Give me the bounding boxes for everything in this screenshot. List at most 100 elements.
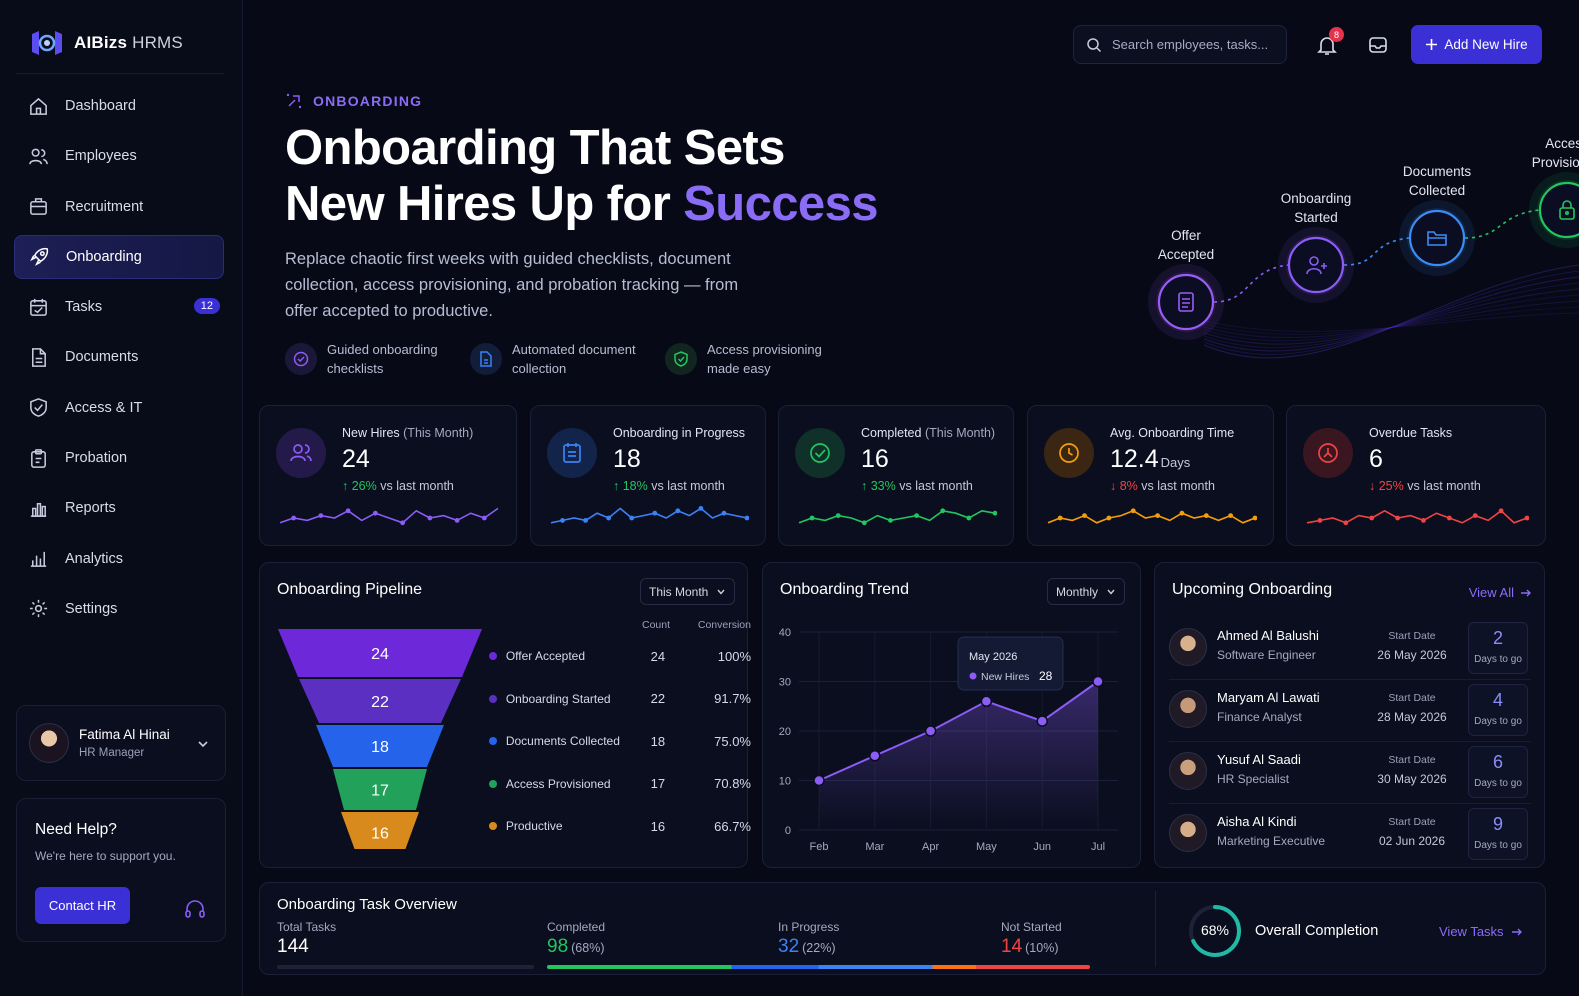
stat-card[interactable]: New Hires (This Month) 24 ↑ 26% vs last mo… (259, 405, 517, 546)
sidebar-nav: Dashboard Employees Recruitment Onboarding T… (14, 84, 224, 637)
stage-conversion: 100% (717, 648, 751, 664)
stat-value-number: 6 (1369, 445, 1383, 473)
employee-avatar (1169, 690, 1207, 728)
sidebar-item-access-it[interactable]: Access & IT (14, 386, 224, 430)
help-title: Need Help? (35, 821, 117, 838)
sidebar-item-probation[interactable]: Probation (14, 436, 224, 480)
x-tick-label: Jun (1033, 841, 1051, 853)
chevron-down-icon[interactable] (197, 738, 209, 750)
data-point[interactable] (924, 725, 937, 737)
data-point[interactable] (1092, 675, 1104, 688)
legend-dot (489, 737, 497, 746)
eyebrow-text: ONBOARDING (313, 93, 423, 109)
stat-label-text: Completed (861, 426, 922, 440)
main-content: 8 Add New Hire ONBOARDING Onboarding Tha… (244, 0, 1579, 996)
total-tasks-label: Total Tasks (277, 920, 337, 934)
x-tick-label: Jul (1091, 841, 1105, 853)
sparkle-rocket-icon (286, 93, 302, 109)
sidebar-item-settings[interactable]: Settings (14, 587, 224, 631)
data-point[interactable] (813, 774, 825, 787)
stage-name: Offer Accepted (505, 649, 586, 664)
sidebar-item-employees[interactable]: Employees (14, 134, 224, 178)
stat-value-number: 12.4 (1110, 445, 1159, 473)
sidebar-item-dashboard[interactable]: Dashboard (14, 84, 224, 128)
user-name: Fatima Al Hinai (79, 727, 170, 742)
add-new-hire-button[interactable]: Add New Hire (1411, 25, 1542, 64)
sparkline (1047, 508, 1257, 524)
help-text: We're here to support you. (35, 849, 176, 863)
upcoming-item[interactable]: Yusuf Al Saadi HR Specialist Start Date 30 … (1169, 742, 1531, 804)
completed-pct: (68%) (571, 941, 605, 955)
shield-check-icon (674, 351, 688, 367)
sidebar-item-recruitment[interactable]: Recruitment (14, 185, 224, 229)
funnel-stage-count: 17 (371, 783, 389, 800)
sidebar-item-analytics[interactable]: Analytics (14, 537, 224, 581)
data-point[interactable] (980, 695, 993, 708)
legend-dot (489, 822, 497, 831)
search-box[interactable] (1073, 25, 1287, 64)
notifications-button[interactable]: 8 (1312, 27, 1344, 60)
data-point[interactable] (869, 750, 881, 762)
stat-value: 24 (342, 445, 372, 474)
journey-step-label: Started (1294, 210, 1338, 225)
sidebar-item-documents[interactable]: Documents (14, 335, 224, 379)
y-tick-label: 20 (779, 726, 791, 738)
pipeline-row: Productive 16 66.7% (489, 805, 751, 848)
sparkline (1306, 508, 1529, 526)
days-to-go-badge: 9 Days to go (1468, 808, 1528, 860)
sidebar-item-reports[interactable]: Reports (14, 486, 224, 530)
stat-label-text: Overdue Tasks (1369, 426, 1453, 440)
upcoming-item[interactable]: Maryam Al Lawati Finance Analyst Start Dat… (1169, 680, 1531, 742)
completed-value: 98 (547, 936, 569, 957)
stat-card[interactable]: Onboarding in Progress 18 ↑ 18% vs last m… (530, 405, 766, 546)
contact-hr-button[interactable]: Contact HR (35, 887, 130, 924)
sidebar-item-tasks[interactable]: Tasks 12 (14, 285, 224, 329)
upcoming-item[interactable]: Ahmed Al Balushi Software Engineer Start D… (1169, 618, 1531, 680)
pipeline-period-select[interactable]: This Month (640, 578, 736, 605)
app-logo[interactable]: AIBizs HRMS (30, 28, 183, 58)
tooltip-series: New Hires (981, 671, 1029, 683)
trend-period-select[interactable]: Monthly (1047, 578, 1126, 605)
notification-count-badge: 8 (1329, 27, 1344, 42)
conversion-header: Conversion (697, 619, 751, 631)
feature-item: Guided onboarding checklists (285, 340, 470, 378)
view-all-link[interactable]: View All (1469, 585, 1532, 600)
stat-card[interactable]: Completed (This Month) 16 ↑ 33% vs last mo… (778, 405, 1014, 546)
arrow-right-icon (1521, 589, 1531, 596)
tooltip-dot (969, 672, 977, 680)
stat-delta: ↑ 18% vs last month (613, 479, 725, 493)
upcoming-item[interactable]: Aisha Al Kindi Marketing Executive Start D… (1169, 804, 1531, 866)
stat-label: Onboarding in Progress (613, 426, 745, 440)
inprogress-label: In Progress (778, 920, 840, 934)
stage-conversion: 70.8% (714, 776, 751, 792)
search-input[interactable] (1112, 37, 1272, 52)
feature-item: Access provisioning made easy (665, 340, 835, 378)
title-line-1: Onboarding That Sets (285, 121, 785, 175)
inprogress-stat: 32 (22%) (778, 936, 835, 958)
delta-arrow-icon: ↑ (613, 479, 620, 493)
sidebar-item-onboarding[interactable]: Onboarding (14, 234, 224, 279)
view-tasks-link[interactable]: View Tasks (1439, 924, 1523, 939)
data-point[interactable] (1036, 715, 1048, 727)
plus-icon (1426, 39, 1438, 50)
sidebar-item-label: Settings (65, 600, 118, 617)
stat-delta-text: vs last month (1407, 479, 1481, 493)
inprogress-value: 32 (778, 936, 800, 957)
user-card[interactable]: Fatima Al Hinai HR Manager (16, 705, 226, 781)
sidebar-item-label: Dashboard (65, 98, 136, 114)
feature-text-2: collection (512, 361, 567, 376)
inbox-button[interactable] (1363, 30, 1393, 60)
delta-arrow-icon: ↑ (342, 479, 349, 493)
trend-period-value: Monthly (1056, 584, 1099, 599)
employee-avatar (1169, 814, 1207, 852)
stat-card[interactable]: Avg. Onboarding Time 12.4 Days ↓ 8% vs las… (1027, 405, 1274, 546)
days-to-go-label: Days to go (1474, 778, 1522, 789)
stat-card[interactable]: Overdue Tasks 6 ↓ 25% vs last month (1286, 405, 1546, 546)
journey-step-label: Onboarding (1281, 191, 1352, 206)
stage-count: 24 (650, 648, 666, 664)
trend-area (819, 681, 1098, 830)
stat-delta: ↑ 26% vs last month (342, 479, 454, 493)
completed-stat: 98 (68%) (547, 936, 604, 958)
total-tasks-value: 144 (277, 936, 309, 957)
brand-suffix: HRMS (132, 33, 183, 52)
